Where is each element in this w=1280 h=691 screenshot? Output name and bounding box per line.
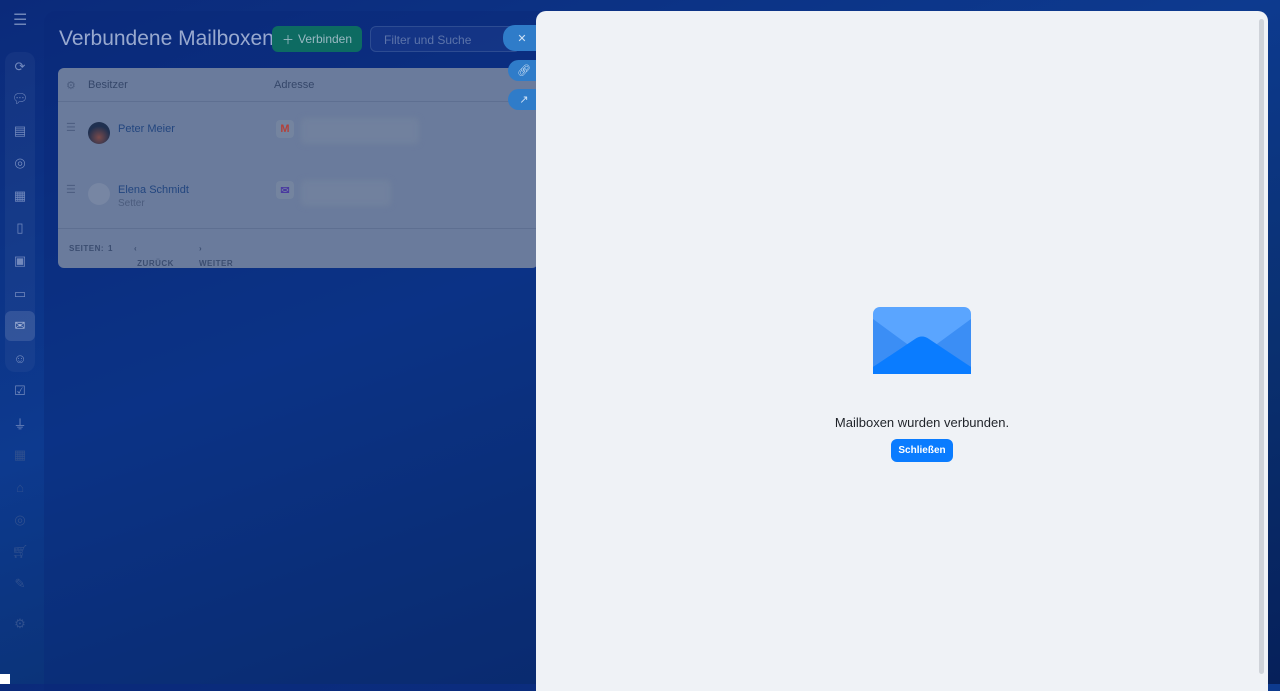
mail-icon[interactable]: ✉ <box>5 311 35 341</box>
prev-button[interactable]: ‹ ZURÜCK <box>134 244 173 268</box>
calendar-icon[interactable]: ▦ <box>8 184 32 208</box>
close-icon: ✕ <box>517 32 527 45</box>
chat-icon[interactable]: 💬︎ <box>8 87 32 111</box>
page-number[interactable]: 1 <box>108 244 113 253</box>
pages-label: SEITEN: <box>69 244 105 253</box>
store-icon[interactable]: ⌂ <box>8 475 32 499</box>
drag-handle-icon[interactable]: ☰ <box>66 183 76 196</box>
external-link-icon: ↗ <box>519 94 529 106</box>
address-redacted <box>301 118 419 144</box>
next-button[interactable]: WEITER › <box>199 244 233 268</box>
owner-name[interactable]: Elena Schmidt <box>118 184 189 196</box>
gmail-icon: M <box>276 120 294 138</box>
contacts-icon[interactable]: ☺ <box>8 346 32 370</box>
tasks-icon[interactable]: ☑ <box>8 379 32 403</box>
mailbox-table: ⚙ Besitzer Adresse ☰ Peter Meier M ☰ Ele… <box>58 68 538 268</box>
success-message: Mailboxen wurden verbunden. <box>834 415 1010 430</box>
column-address[interactable]: Adresse <box>274 79 314 91</box>
link-icon: 🔗︎ <box>517 65 531 77</box>
schedule-icon[interactable]: ▦ <box>8 443 32 467</box>
circle-icon[interactable]: ◎ <box>8 151 32 175</box>
avatar <box>88 122 110 144</box>
prev-label: ZURÜCK <box>137 259 174 268</box>
connect-label: Verbinden <box>297 32 353 46</box>
envelope-icon <box>873 307 971 374</box>
owner-name[interactable]: Peter Meier <box>118 123 175 135</box>
next-label: WEITER <box>199 259 234 268</box>
document-icon[interactable]: ▯ <box>8 216 32 240</box>
cart-icon[interactable]: 🛒︎ <box>8 540 32 564</box>
avatar-placeholder <box>88 183 110 205</box>
gear-icon[interactable]: ⚙ <box>66 79 76 92</box>
connect-button[interactable]: ＋ Verbinden <box>272 26 362 52</box>
table-row[interactable]: ☰ Peter Meier M <box>58 103 538 165</box>
scrollbar[interactable] <box>1259 19 1264 674</box>
page-title: Verbundene Mailboxen <box>59 27 274 50</box>
plus-icon: ＋ <box>281 32 294 47</box>
column-owner[interactable]: Besitzer <box>88 79 128 91</box>
menu-icon[interactable]: ☰ <box>13 10 27 30</box>
address-redacted <box>301 180 391 206</box>
slider-panel: Mailboxen wurden verbunden. Schließen <box>536 11 1268 691</box>
table-header: ⚙ Besitzer Adresse <box>58 68 538 102</box>
presentation-icon[interactable]: ▣ <box>8 249 32 273</box>
feed-icon[interactable]: ▤ <box>8 119 32 143</box>
inbox-icon[interactable]: ▭ <box>8 282 32 306</box>
filter-search-input[interactable]: Filter und Suche <box>370 26 520 52</box>
target-icon[interactable]: ◎ <box>8 508 32 532</box>
corner-artifact <box>0 674 10 684</box>
settings-icon[interactable]: ⚙ <box>8 612 32 636</box>
owner-role: Setter <box>118 198 145 209</box>
close-button[interactable]: Schließen <box>891 439 953 462</box>
activity-icon[interactable]: ⟳ <box>8 55 32 79</box>
drag-handle-icon[interactable]: ☰ <box>66 121 76 134</box>
left-sidebar: ☰ ⟳ 💬︎ ▤ ◎ ▦ ▯ ▣ ▭ ✉ ☺ ☑ ⏚ ▦ ⌂ ◎ 🛒︎ ✎ ⚙ <box>0 0 40 684</box>
pagination: SEITEN: 1 ‹ ZURÜCK WEITER › <box>58 228 538 268</box>
funnel-icon[interactable]: ⏚ <box>8 411 32 435</box>
edit-document-icon[interactable]: ✎ <box>8 572 32 596</box>
mail-provider-icon: ✉ <box>276 181 294 199</box>
table-row[interactable]: ☰ Elena Schmidt Setter ✉ <box>58 165 538 227</box>
